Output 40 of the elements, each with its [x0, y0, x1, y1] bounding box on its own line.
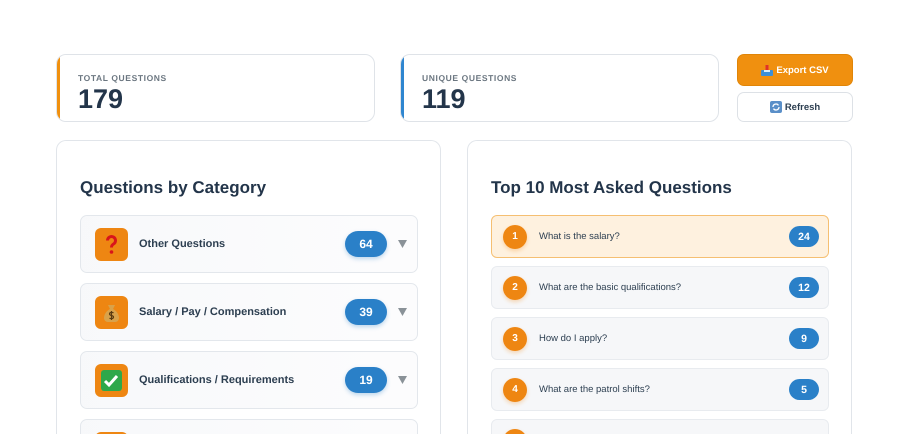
count-badge: 12	[789, 277, 819, 298]
check-icon	[95, 364, 128, 396]
question-text: What are the patrol shifts?	[539, 384, 651, 395]
stat-value: 119	[422, 86, 467, 112]
stat-value: 179	[78, 86, 124, 112]
rank-badge: 4	[503, 378, 527, 402]
question-row[interactable]: 1 What is the salary? 24	[491, 215, 829, 258]
question-row[interactable]: 2 What are the basic qualifications? 12	[491, 266, 829, 309]
count-badge: 39	[345, 299, 387, 325]
category-label: Qualifications / Requirements	[139, 374, 296, 386]
stat-label: TOTAL QUESTIONS	[78, 73, 168, 83]
money-bag-icon	[95, 296, 128, 328]
category-label: Other Questions	[139, 238, 226, 250]
question-mark-icon	[95, 228, 128, 260]
category-row[interactable]: Qualifications / Requirements 19	[80, 351, 418, 409]
question-text: What is the salary?	[539, 231, 621, 242]
caret-icon[interactable]	[398, 240, 407, 248]
question-row[interactable]: 3 How do I apply? 9	[491, 317, 829, 360]
count-badge: 24	[789, 226, 819, 247]
stat-label: UNIQUE QUESTIONS	[422, 73, 518, 83]
question-text: How do I apply?	[539, 333, 608, 344]
question-row[interactable]: 4 What are the patrol shifts? 5	[491, 368, 829, 411]
panel-title: Top 10 Most Asked Questions	[491, 178, 733, 198]
count-badge: 64	[345, 231, 387, 257]
category-row[interactable]: Other Questions 64	[80, 215, 418, 273]
category-row[interactable]: Salary / Pay / Compensation 39	[80, 283, 418, 341]
tray-icon	[761, 64, 774, 76]
rank-badge: 1	[503, 224, 527, 248]
caret-icon[interactable]	[398, 308, 407, 316]
rank-badge: 2	[503, 276, 527, 300]
caret-icon[interactable]	[398, 376, 407, 384]
count-badge: 9	[789, 328, 819, 349]
rank-badge: 3	[503, 326, 527, 350]
refresh-button[interactable]: Refresh	[737, 92, 853, 122]
count-badge: 5	[789, 379, 819, 400]
question-text: What are the basic qualifications?	[539, 282, 682, 293]
count-badge: 19	[345, 367, 387, 393]
category-label: Salary / Pay / Compensation	[139, 306, 288, 318]
panel-title: Questions by Category	[80, 178, 268, 198]
refresh-icon	[770, 101, 782, 113]
